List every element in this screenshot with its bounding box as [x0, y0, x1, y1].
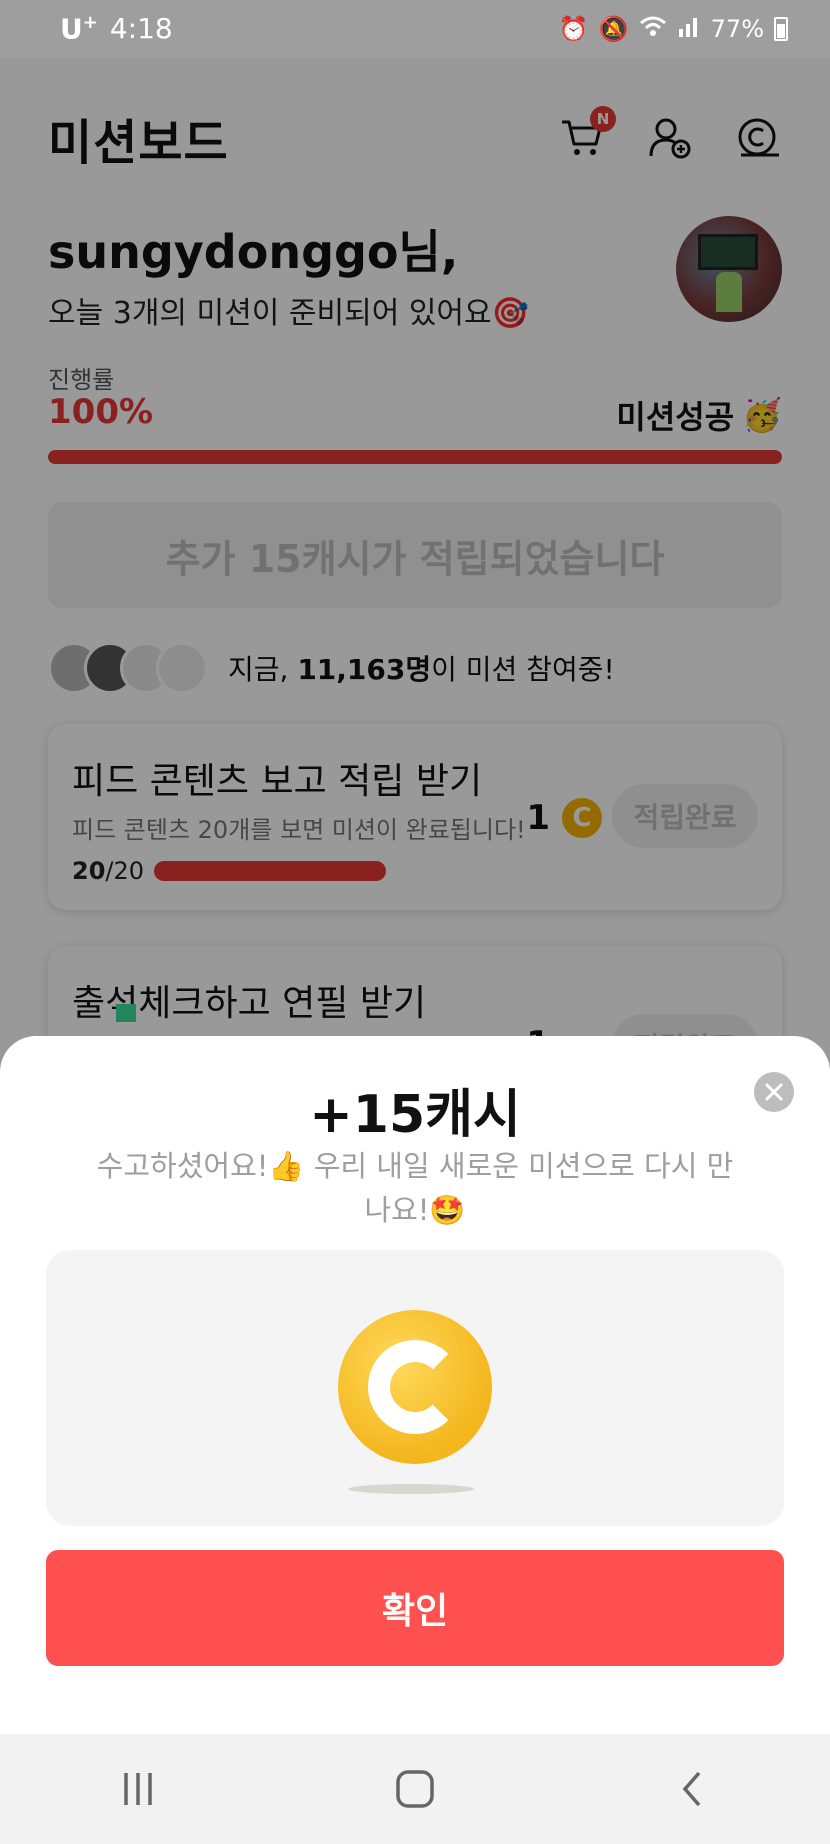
system-nav-bar — [0, 1734, 830, 1844]
coin-panel — [46, 1250, 784, 1526]
coin-letter-c — [368, 1340, 462, 1434]
cash-coin-icon — [338, 1310, 492, 1464]
status-bar: U+ 4:18 ⏰ 🔕 77% — [0, 0, 830, 58]
mute-icon: 🔕 — [598, 15, 629, 43]
reward-title: +15캐시 — [309, 1085, 521, 1145]
alarm-icon: ⏰ — [558, 15, 589, 43]
recent-apps-icon — [124, 1773, 153, 1805]
battery-icon — [774, 17, 788, 41]
coin-shadow — [348, 1484, 474, 1494]
confirm-button[interactable]: 확인 — [46, 1550, 784, 1666]
back-icon — [682, 1771, 700, 1807]
status-right: ⏰ 🔕 77% — [559, 15, 788, 43]
wifi-icon — [639, 15, 667, 43]
signal-icon — [677, 15, 701, 43]
battery-percent: 77% — [710, 15, 764, 43]
home-icon — [396, 1770, 434, 1808]
reward-bottom-sheet: +15캐시 수고하셨어요!👍 우리 내일 새로운 미션으로 다시 만나요!🤩 확… — [0, 1036, 830, 1734]
status-left: U+ 4:18 — [60, 12, 173, 45]
back-button[interactable] — [652, 1759, 732, 1819]
recent-apps-button[interactable] — [98, 1759, 178, 1819]
carrier-label: U+ — [60, 12, 98, 46]
home-button[interactable] — [375, 1759, 455, 1819]
clock: 4:18 — [109, 12, 173, 46]
reward-message: 수고하셨어요!👍 우리 내일 새로운 미션으로 다시 만나요!🤩 — [96, 1149, 734, 1227]
